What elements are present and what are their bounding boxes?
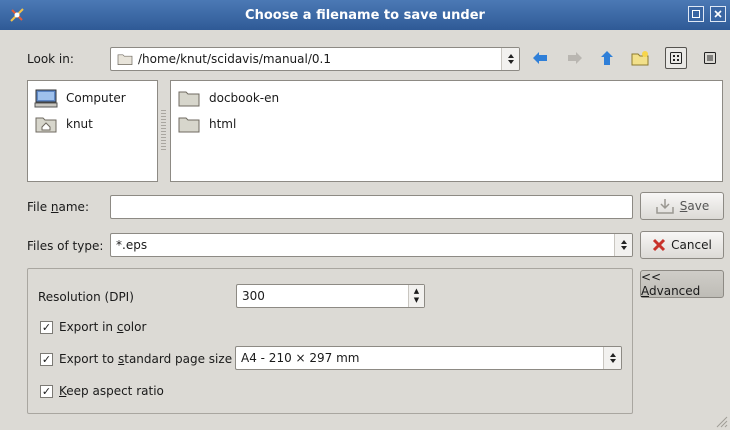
- close-button[interactable]: [710, 6, 726, 22]
- spin-arrows-icon[interactable]: ▲ ▼: [408, 285, 424, 307]
- file-name-input[interactable]: [110, 195, 633, 219]
- sidebar-item-computer[interactable]: Computer: [34, 85, 151, 111]
- keep-aspect-ratio-label: Keep aspect ratio: [59, 384, 164, 398]
- export-page-size-label: Export to standard page size: [59, 352, 233, 366]
- list-view-icon: [670, 52, 682, 64]
- save-label: Save: [679, 199, 710, 213]
- resolution-value: 300: [242, 289, 265, 303]
- page-size-combo[interactable]: A4 - 210 × 297 mm: [235, 346, 622, 370]
- places-sidebar[interactable]: Computer knut: [27, 80, 158, 182]
- export-color-checkbox[interactable]: ✓ Export in color: [40, 320, 146, 334]
- checkmark-icon: ✓: [40, 384, 53, 398]
- file-name: html: [209, 117, 237, 131]
- up-arrow-icon: [601, 51, 613, 65]
- checkmark-icon: ✓: [40, 320, 53, 334]
- file-name: docbook-en: [209, 91, 280, 105]
- title-bar[interactable]: Choose a filename to save under: [0, 0, 730, 30]
- maximize-button[interactable]: [688, 6, 704, 22]
- sidebar-item-label: Computer: [66, 91, 126, 105]
- folder-icon: [178, 117, 200, 133]
- keep-aspect-ratio-checkbox[interactable]: ✓ Keep aspect ratio: [40, 384, 164, 398]
- new-folder-icon: [631, 51, 649, 66]
- parent-directory-button[interactable]: [597, 48, 617, 68]
- updown-arrows-icon: [603, 347, 621, 369]
- look-in-label: Look in:: [27, 52, 74, 66]
- save-icon: [656, 199, 674, 214]
- sidebar-item-label: knut: [66, 117, 93, 131]
- file-list[interactable]: docbook-en html: [170, 80, 723, 182]
- back-arrow-icon: [533, 52, 547, 64]
- checkmark-icon: ✓: [40, 352, 53, 366]
- file-type-label: Files of type:: [27, 239, 104, 253]
- resolution-spinbox[interactable]: 300 ▲ ▼: [236, 284, 425, 308]
- file-type-value: *.eps: [116, 238, 148, 252]
- list-view-button[interactable]: [665, 47, 687, 69]
- advanced-label: << Advanced: [641, 270, 701, 298]
- list-item[interactable]: html: [177, 111, 716, 137]
- save-button[interactable]: Save: [640, 192, 724, 220]
- close-icon: [714, 10, 722, 18]
- back-button[interactable]: [530, 48, 550, 68]
- export-color-label: Export in color: [59, 320, 147, 334]
- list-item[interactable]: docbook-en: [177, 85, 716, 111]
- page-size-value: A4 - 210 × 297 mm: [241, 351, 360, 365]
- file-type-combo[interactable]: *.eps: [110, 233, 633, 257]
- new-folder-button[interactable]: [630, 48, 650, 68]
- save-dialog: Choose a filename to save under Look in:…: [0, 0, 730, 430]
- folder-icon: [117, 54, 133, 65]
- updown-arrows-icon: [501, 48, 519, 70]
- home-folder-icon: [35, 117, 57, 133]
- detail-view-button[interactable]: [700, 48, 720, 68]
- updown-arrows-icon: [614, 234, 632, 256]
- cancel-label: Cancel: [671, 238, 712, 252]
- forward-button[interactable]: [565, 48, 585, 68]
- cancel-x-icon: [653, 238, 666, 252]
- detail-view-icon: [704, 52, 716, 64]
- look-in-combo[interactable]: /home/knut/scidavis/manual/0.1: [110, 47, 520, 71]
- maximize-icon: [692, 10, 700, 18]
- look-in-path: /home/knut/scidavis/manual/0.1: [138, 52, 331, 66]
- forward-arrow-icon: [568, 52, 582, 64]
- window-title: Choose a filename to save under: [245, 7, 485, 23]
- file-name-label: File name:: [27, 200, 89, 214]
- resize-grip-icon[interactable]: [714, 414, 728, 428]
- export-page-size-checkbox[interactable]: ✓ Export to standard page size: [40, 352, 232, 366]
- cancel-button[interactable]: Cancel: [640, 231, 724, 259]
- sidebar-item-knut[interactable]: knut: [34, 111, 151, 137]
- advanced-toggle-button[interactable]: << Advanced: [640, 270, 724, 298]
- computer-icon: [34, 89, 58, 108]
- scidavis-app-icon: [10, 8, 24, 22]
- folder-icon: [178, 91, 200, 107]
- splitter-handle[interactable]: [161, 110, 166, 150]
- resolution-label: Resolution (DPI): [38, 290, 134, 304]
